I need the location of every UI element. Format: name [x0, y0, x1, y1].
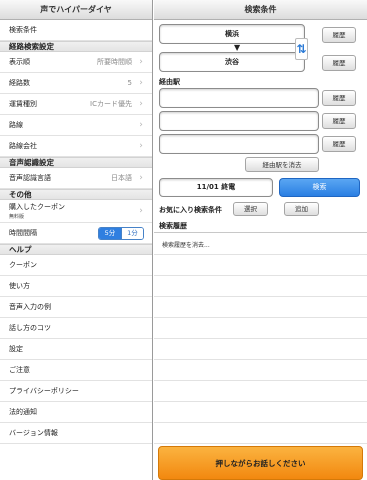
sidebar-item-line-companies[interactable]: 路線会社 › [0, 136, 152, 157]
clear-history-item[interactable]: 検索履歴を消去... [162, 240, 210, 249]
from-history-button[interactable]: 履歴 [322, 27, 356, 43]
arrow-down-icon: ▼ [234, 43, 241, 52]
panel-title: 検索条件 [154, 0, 367, 20]
sidebar-item-label: 購入したクーポン [9, 203, 65, 211]
list-divider [154, 422, 367, 423]
help-item-label: バージョン情報 [9, 429, 58, 437]
sidebar-item-value: ICカード優先 [90, 100, 132, 108]
sidebar-item-value: 所要時間順 [97, 58, 132, 66]
via-station-field-3[interactable] [159, 134, 319, 154]
favorites-add-button[interactable]: 追加 [284, 202, 319, 216]
help-item-privacy-policy[interactable]: プライバシーポリシー [0, 381, 152, 402]
search-history-header: 検索履歴 [154, 220, 367, 233]
sidebar-item-value: 5 [127, 79, 132, 87]
sidebar-item-label: 時間間隔 [9, 229, 37, 237]
sidebar-item-label: 検索条件 [9, 26, 37, 34]
sidebar-title: 声でハイパーダイヤ [0, 0, 152, 20]
via1-history-button[interactable]: 履歴 [322, 90, 356, 106]
sidebar-item-search-conditions[interactable]: 検索条件 [0, 20, 152, 41]
list-divider [154, 401, 367, 402]
help-item-label: クーポン [9, 261, 37, 269]
help-item-settings[interactable]: 設定 [0, 339, 152, 360]
list-divider [154, 317, 367, 318]
via-station-field-1[interactable] [159, 88, 319, 108]
chevron-right-icon: › [139, 57, 143, 67]
help-item-label: 法的通知 [9, 408, 37, 416]
list-divider [154, 275, 367, 276]
help-item-version-info[interactable]: バージョン情報 [0, 423, 152, 444]
sidebar-item-purchased-coupon[interactable]: 購入したクーポン 無料版 › [0, 200, 152, 223]
via2-history-button[interactable]: 履歴 [322, 113, 356, 129]
to-station-field[interactable]: 渋谷 [159, 52, 305, 72]
coupon-status: 無料版 [9, 214, 25, 220]
list-divider [154, 443, 367, 444]
search-conditions-panel: 検索条件 横浜 ▼ 渋谷 ⇅ 履歴 履歴 経由駅 履歴 履歴 履歴 経由駅を消去… [154, 0, 367, 480]
sidebar-item-value: 日本語 [111, 174, 132, 182]
help-item-label: 使い方 [9, 282, 30, 290]
via-stations-label: 経由駅 [159, 78, 180, 86]
interval-option-5min[interactable]: 5分 [99, 227, 121, 239]
help-item-coupon[interactable]: クーポン [0, 255, 152, 276]
sidebar-item-voice-language[interactable]: 音声認識言語 日本語 › [0, 168, 152, 189]
list-divider [154, 296, 367, 297]
help-item-label: 話し方のコツ [9, 324, 51, 332]
sidebar-item-time-interval: 時間間隔 5分 1分 [0, 223, 152, 244]
section-header-other: その他 [0, 189, 152, 200]
help-item-speaking-tips[interactable]: 話し方のコツ [0, 318, 152, 339]
settings-sidebar: 声でハイパーダイヤ 検索条件 経路検索設定 表示順 所要時間順 › 経路数 5 … [0, 0, 153, 480]
list-divider [154, 254, 367, 255]
via3-history-button[interactable]: 履歴 [322, 136, 356, 152]
from-station-field[interactable]: 横浜 [159, 24, 305, 44]
sidebar-item-lines[interactable]: 路線 › [0, 115, 152, 136]
sidebar-item-sort-order[interactable]: 表示順 所要時間順 › [0, 52, 152, 73]
to-history-button[interactable]: 履歴 [322, 55, 356, 71]
sidebar-item-label: 経路数 [9, 79, 30, 87]
help-item-label: 設定 [9, 345, 23, 353]
section-header-voice-settings: 音声認識設定 [0, 157, 152, 168]
help-item-notice[interactable]: ご注意 [0, 360, 152, 381]
help-item-legal-notice[interactable]: 法的通知 [0, 402, 152, 423]
help-item-label: ご注意 [9, 366, 30, 374]
list-divider [154, 338, 367, 339]
chevron-right-icon: › [139, 120, 143, 130]
via-station-field-2[interactable] [159, 111, 319, 131]
help-item-how-to-use[interactable]: 使い方 [0, 276, 152, 297]
sidebar-item-label: 路線会社 [9, 142, 37, 150]
section-header-help: ヘルプ [0, 244, 152, 255]
datetime-field[interactable]: 11/01 終電 [159, 178, 273, 197]
push-to-talk-button[interactable]: 押しながらお話しください [158, 446, 363, 480]
interval-option-1min[interactable]: 1分 [121, 227, 143, 239]
help-item-label: 音声入力の例 [9, 303, 51, 311]
interval-segmented-control: 5分 1分 [98, 226, 144, 240]
search-button[interactable]: 検索 [279, 178, 360, 197]
section-header-route-settings: 経路検索設定 [0, 41, 152, 52]
favorites-label: お気に入り検索条件 [159, 206, 222, 214]
sidebar-item-label: 表示順 [9, 58, 30, 66]
list-divider [154, 380, 367, 381]
sidebar-item-fare-type[interactable]: 運賃種別 ICカード優先 › [0, 94, 152, 115]
sidebar-item-label: 音声認識言語 [9, 174, 51, 182]
chevron-right-icon: › [139, 141, 143, 151]
chevron-right-icon: › [139, 206, 143, 216]
help-item-label: プライバシーポリシー [9, 387, 79, 395]
help-item-voice-examples[interactable]: 音声入力の例 [0, 297, 152, 318]
chevron-right-icon: › [139, 78, 143, 88]
swap-stations-icon[interactable]: ⇅ [295, 38, 308, 60]
chevron-right-icon: › [139, 99, 143, 109]
chevron-right-icon: › [139, 173, 143, 183]
favorites-select-button[interactable]: 選択 [233, 202, 268, 216]
sidebar-item-route-count[interactable]: 経路数 5 › [0, 73, 152, 94]
clear-via-button[interactable]: 経由駅を消去 [245, 157, 319, 172]
sidebar-item-label: 運賃種別 [9, 100, 37, 108]
list-divider [154, 359, 367, 360]
sidebar-item-label: 路線 [9, 121, 23, 129]
